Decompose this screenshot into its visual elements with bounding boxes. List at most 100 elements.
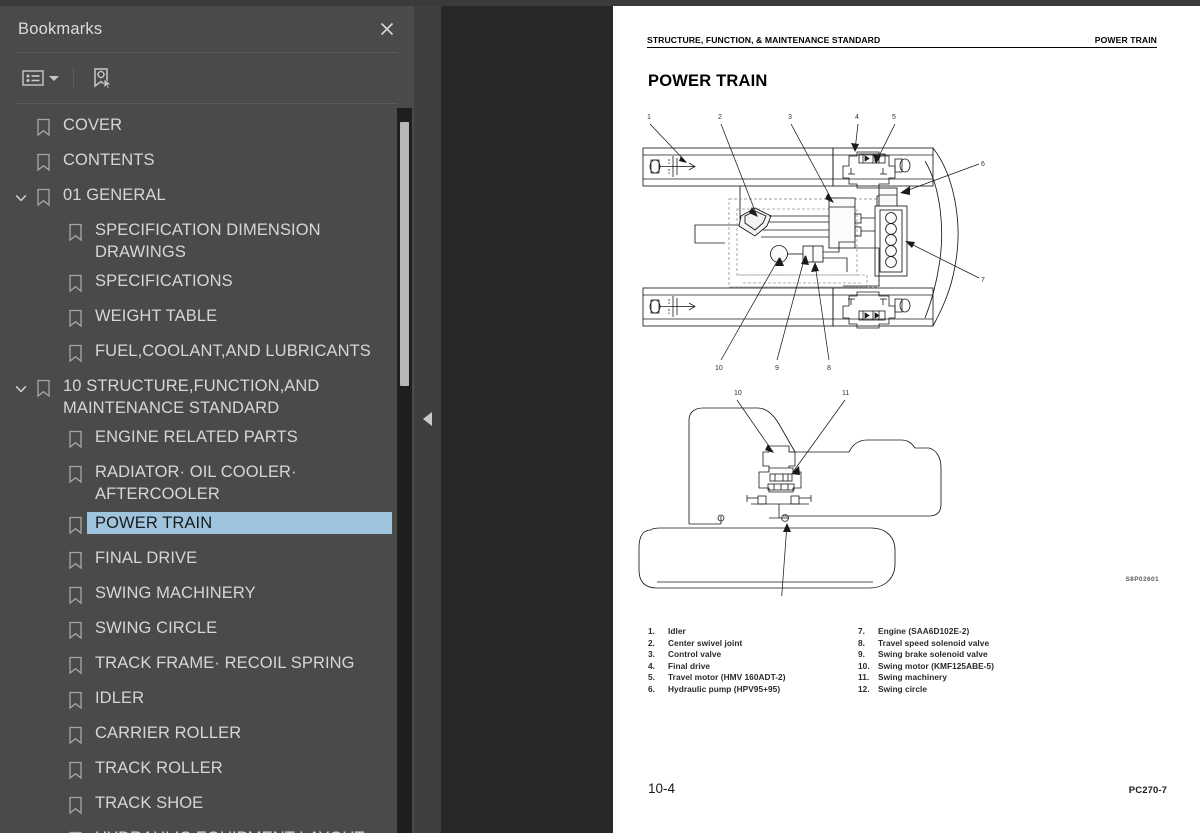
legend-column-left: 1. Idler 2. Center swivel joint 3. Control va… xyxy=(648,626,858,696)
bookmark-item[interactable]: SPECIFICATION DIMENSION DRAWINGS xyxy=(0,215,400,266)
bookmark-ribbon-icon xyxy=(68,516,82,535)
bookmark-ribbon-icon xyxy=(68,465,82,484)
bookmark-ribbon-icon xyxy=(68,309,82,328)
bookmark-icon xyxy=(64,512,86,535)
bookmark-ribbon-icon xyxy=(36,118,50,137)
bookmark-item[interactable]: SPECIFICATIONS xyxy=(0,266,400,301)
bookmark-item[interactable]: CONTENTS xyxy=(0,145,400,180)
bookmark-item[interactable]: TRACK FRAME· RECOIL SPRING xyxy=(0,648,400,683)
bookmark-expand-toggle[interactable] xyxy=(10,375,32,396)
model-number: PC270-7 xyxy=(1128,785,1167,796)
svg-text:8: 8 xyxy=(827,365,831,372)
bookmark-item[interactable]: FINAL DRIVE xyxy=(0,543,400,578)
bookmark-icon xyxy=(32,375,54,398)
bookmark-item[interactable]: CARRIER ROLLER xyxy=(0,718,400,753)
bookmark-ribbon-icon xyxy=(68,344,82,363)
legend-text: Idler xyxy=(668,626,686,636)
bookmark-icon xyxy=(64,219,86,242)
bookmark-icon xyxy=(32,114,54,137)
legend-number: 7. xyxy=(858,626,866,636)
bookmark-expand-toggle[interactable] xyxy=(10,184,32,205)
bookmark-item[interactable]: 01 GENERAL xyxy=(0,180,400,215)
bookmark-item[interactable]: FUEL,COOLANT,AND LUBRICANTS xyxy=(0,336,400,371)
bookmark-ribbon-icon xyxy=(68,274,82,293)
bookmark-ribbon-icon xyxy=(36,188,50,207)
bookmark-options-button[interactable] xyxy=(18,66,63,90)
bookmark-twisty-placeholder xyxy=(42,461,64,468)
legend-item: 8. Travel speed solenoid valve xyxy=(858,638,1098,650)
bookmark-item[interactable]: POWER TRAIN xyxy=(0,508,400,543)
legend-number: 9. xyxy=(858,649,866,660)
svg-text:9: 9 xyxy=(775,365,779,372)
bookmark-icon xyxy=(32,149,54,172)
bookmark-item[interactable]: IDLER xyxy=(0,683,400,718)
bookmark-twisty-placeholder xyxy=(42,547,64,554)
chevron-down-icon xyxy=(15,195,27,202)
bookmark-ribbon-icon xyxy=(68,691,82,710)
legend-item: 11. Swing machinery xyxy=(858,672,1098,684)
new-bookmark-button[interactable] xyxy=(86,63,118,93)
bookmark-label: RADIATOR· OIL COOLER· AFTERCOOLER xyxy=(95,463,297,503)
power-train-diagram: 1 2 3 4 5 6 7 8 9 10 10 11 xyxy=(638,114,985,596)
bookmark-label: POWER TRAIN xyxy=(86,511,393,535)
bookmarks-toolbar xyxy=(0,53,414,103)
bookmark-icon xyxy=(64,270,86,293)
legend-number: 3. xyxy=(648,649,656,660)
panel-title: Bookmarks xyxy=(18,19,103,38)
bookmark-icon xyxy=(32,184,54,207)
collapse-panel-arrow-icon[interactable] xyxy=(423,412,432,426)
running-header-left: STRUCTURE, FUNCTION, & MAINTENANCE STAND… xyxy=(647,35,881,45)
bookmarks-panel-header: Bookmarks xyxy=(0,6,414,52)
bookmark-label: SPECIFICATIONS xyxy=(95,272,233,290)
bookmark-twisty-placeholder xyxy=(42,652,64,659)
bookmark-label: 10 STRUCTURE,FUNCTION,AND MAINTENANCE ST… xyxy=(63,377,320,417)
bookmark-twisty-placeholder xyxy=(42,512,64,519)
bookmark-item[interactable]: RADIATOR· OIL COOLER· AFTERCOOLER xyxy=(0,457,400,508)
legend-item: 1. Idler xyxy=(648,626,858,638)
bookmark-twisty-placeholder xyxy=(42,687,64,694)
bookmark-item[interactable]: TRACK ROLLER xyxy=(0,753,400,788)
bookmark-ribbon-icon xyxy=(68,551,82,570)
bookmark-icon xyxy=(64,426,86,449)
chevron-down-icon xyxy=(49,75,59,81)
close-panel-button[interactable] xyxy=(374,16,400,42)
bookmarks-panel: Bookmarks COVER CONTENTS 01 GENERAL SPEC… xyxy=(0,0,414,833)
bookmark-label: CARRIER ROLLER xyxy=(95,724,242,742)
page-title: POWER TRAIN xyxy=(648,72,768,90)
legend-number: 5. xyxy=(648,672,656,683)
legend-item: 5. Travel motor (HMV 160ADT-2) xyxy=(648,672,858,684)
bookmark-label: FUEL,COOLANT,AND LUBRICANTS xyxy=(95,342,371,360)
bookmark-item[interactable]: COVER xyxy=(0,110,400,145)
legend-number: 8. xyxy=(858,637,866,648)
bookmark-label: 01 GENERAL xyxy=(63,186,166,204)
figure-reference-code: S8P02601 xyxy=(1125,576,1159,583)
bookmarks-scrollbar-thumb[interactable] xyxy=(400,122,409,386)
legend-number: 6. xyxy=(648,683,656,694)
running-header-right: POWER TRAIN xyxy=(1094,35,1157,45)
bookmark-label: TRACK ROLLER xyxy=(95,759,223,777)
legend-item: 7. Engine (SAA6D102E-2) xyxy=(858,626,1098,638)
svg-text:1: 1 xyxy=(647,114,651,121)
bookmarks-scrollbar[interactable] xyxy=(397,108,412,833)
bookmark-twisty-placeholder xyxy=(10,149,32,156)
svg-text:4: 4 xyxy=(855,114,859,121)
bookmark-item[interactable]: HYDRAULIC EQUIPMENT LAYOUT DRAWING xyxy=(0,823,400,833)
page-number: 10-4 xyxy=(648,781,676,796)
svg-text:6: 6 xyxy=(981,161,985,168)
bookmark-ribbon-icon xyxy=(68,656,82,675)
bookmark-item[interactable]: 10 STRUCTURE,FUNCTION,AND MAINTENANCE ST… xyxy=(0,371,400,422)
legend-text: Hydraulic pump (HPV95+95) xyxy=(668,683,781,694)
panel-splitter[interactable] xyxy=(414,0,441,833)
window-top-strip xyxy=(0,0,1200,6)
bookmark-item[interactable]: ENGINE RELATED PARTS xyxy=(0,422,400,457)
bookmark-twisty-placeholder xyxy=(42,340,64,347)
bookmark-ribbon-icon xyxy=(36,153,50,172)
bookmark-label: COVER xyxy=(63,116,123,134)
bookmark-item[interactable]: SWING MACHINERY xyxy=(0,578,400,613)
bookmark-item[interactable]: SWING CIRCLE xyxy=(0,613,400,648)
legend-text: Swing motor (KMF125ABE-5) xyxy=(878,660,995,671)
bookmark-item[interactable]: TRACK SHOE xyxy=(0,788,400,823)
legend-text: Swing circle xyxy=(878,683,928,694)
bookmark-item[interactable]: WEIGHT TABLE xyxy=(0,301,400,336)
page-footer: 10-4 PC270-7 xyxy=(648,781,1167,796)
